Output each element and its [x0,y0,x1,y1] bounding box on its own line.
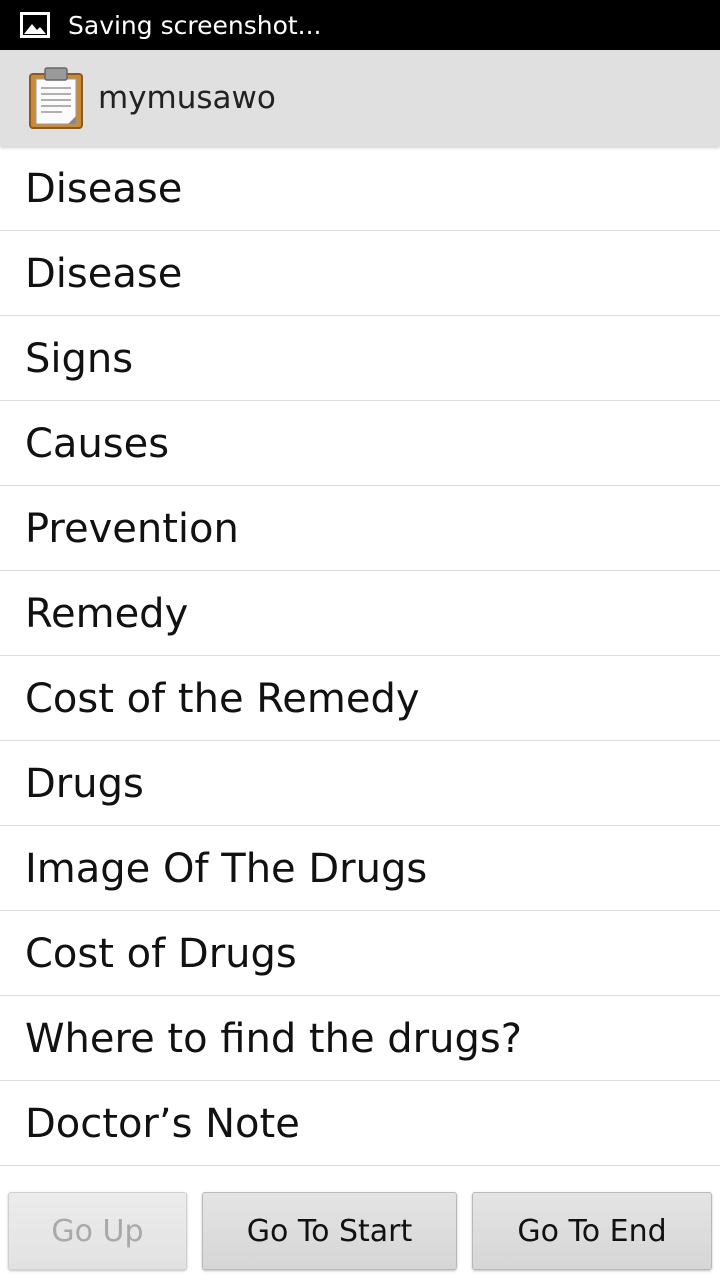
list-item-label: Remedy [25,591,189,637]
action-bar: mymusawo [0,50,720,146]
list-item-drugs[interactable]: Drugs [0,741,720,826]
list-item-label: Causes [25,421,170,467]
list-item-signs[interactable]: Signs [0,316,720,401]
list-item-disease-2[interactable]: Disease [0,231,720,316]
app-title: mymusawo [98,80,276,116]
list-item-label: Cost of Drugs [25,931,297,977]
list-item-image-of-drugs[interactable]: Image Of The Drugs [0,826,720,911]
go-up-button[interactable]: Go Up [8,1192,187,1270]
status-notification-text: Saving screenshot... [68,10,322,40]
list-item-cost-of-remedy[interactable]: Cost of the Remedy [0,656,720,741]
list-item-doctors-note[interactable]: Doctor’s Note [0,1081,720,1166]
list-item-prevention[interactable]: Prevention [0,486,720,571]
go-to-end-button[interactable]: Go To End [472,1192,712,1270]
list-item-cost-of-drugs[interactable]: Cost of Drugs [0,911,720,996]
list-item-label: Signs [25,336,134,382]
list-item-causes[interactable]: Causes [0,401,720,486]
status-bar: Saving screenshot... [0,0,720,50]
list-item-label: Disease [25,251,183,297]
list-item-remedy[interactable]: Remedy [0,571,720,656]
list-item-label: Doctor’s Note [25,1101,300,1147]
app-screen: Saving screenshot... mymusawo Disease Di… [0,0,720,1280]
navigation-button-row: Go Up Go To Start Go To End [0,1192,720,1272]
image-icon [20,12,50,38]
list-item-disease[interactable]: Disease [0,146,720,231]
list-item-where-to-find-drugs[interactable]: Where to find the drugs? [0,996,720,1081]
clipboard-icon[interactable] [28,66,84,130]
list-item-label: Where to find the drugs? [25,1016,522,1062]
list-item-label: Disease [25,166,183,212]
list-item-label: Image Of The Drugs [25,846,428,892]
list-item-label: Prevention [25,506,239,552]
go-to-start-button[interactable]: Go To Start [202,1192,457,1270]
list-item-label: Cost of the Remedy [25,676,420,722]
menu-list: Disease Disease Signs Causes Prevention … [0,146,720,1166]
list-item-label: Drugs [25,761,144,807]
